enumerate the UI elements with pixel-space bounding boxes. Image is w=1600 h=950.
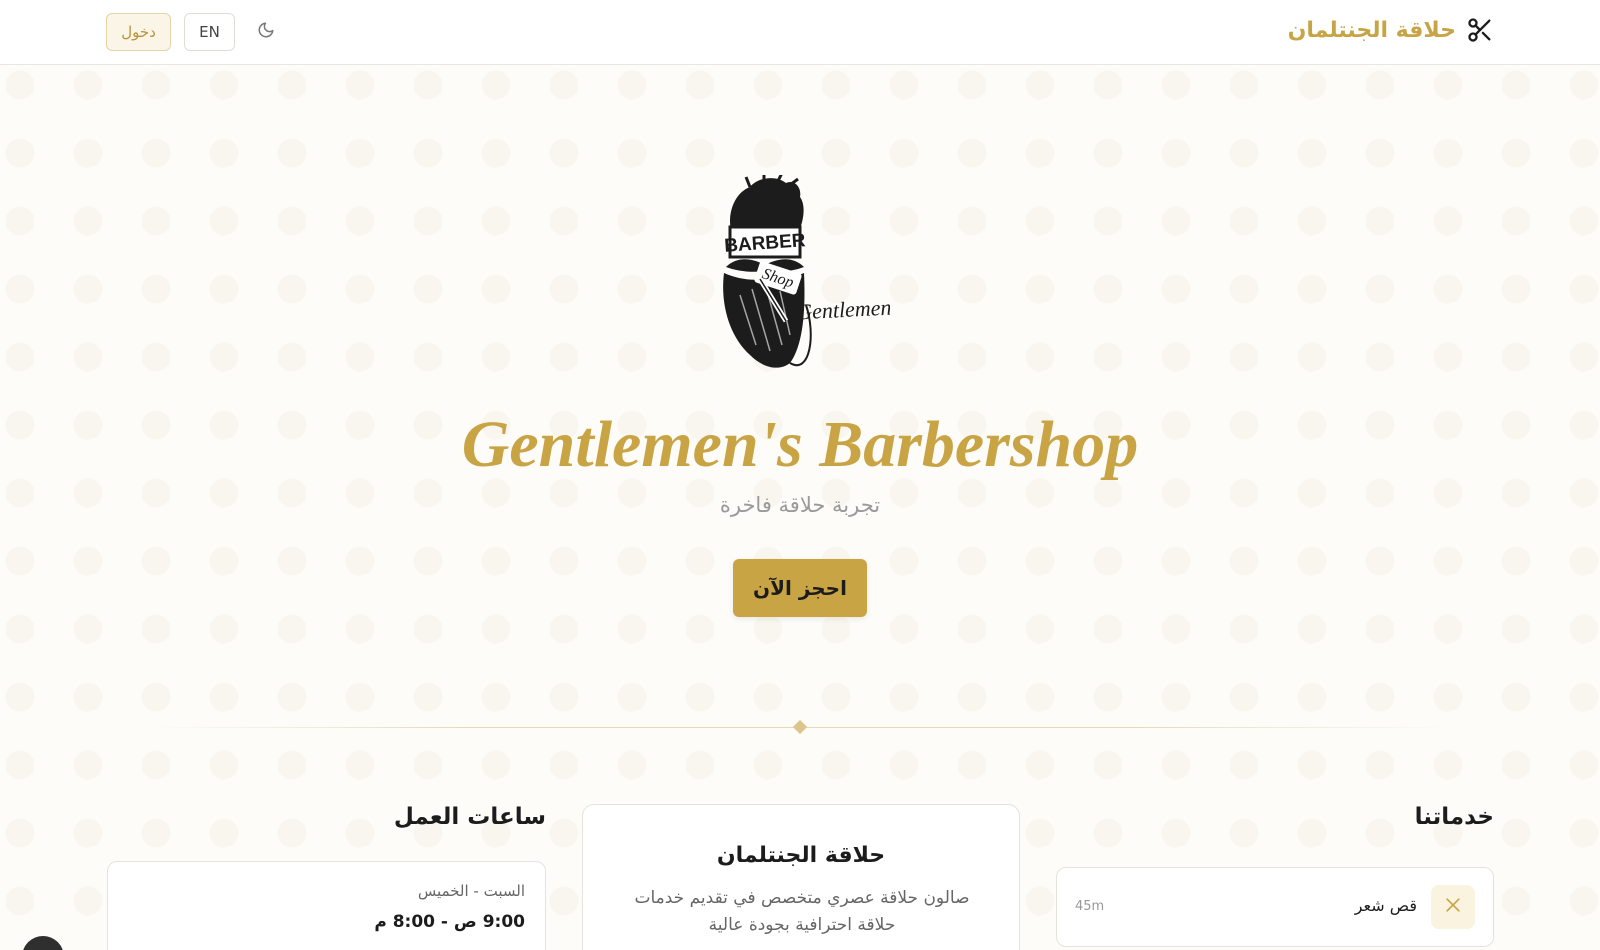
working-days: السبت - الخميس: [417, 882, 525, 900]
svg-text:Gentlemen: Gentlemen: [796, 295, 890, 325]
top-navbar: حلاقة الجنتلمان دخول EN: [0, 0, 1600, 65]
login-button[interactable]: دخول: [106, 13, 171, 51]
book-now-button[interactable]: احجز الآن: [733, 559, 867, 617]
about-card: حلاقة الجنتلمان صالون حلاقة عصري متخصص ف…: [582, 804, 1020, 950]
scissors-icon: [1443, 895, 1463, 919]
service-duration: 45m: [1075, 899, 1105, 914]
working-time: 9:00 ص - 8:00 م: [374, 912, 525, 932]
hero-subtitle: تجربة حلاقة فاخرة: [719, 493, 881, 517]
brand-name: حلاقة الجنتلمان: [1287, 17, 1456, 43]
service-name: قص شعر: [1354, 896, 1417, 915]
barbershop-logo: BARBER Shop Gentlemen: [720, 172, 892, 380]
working-hours-title: ساعات العمل: [393, 804, 546, 830]
theme-toggle-button[interactable]: [254, 20, 278, 44]
hero-title: Gentlemen's Barbershop: [461, 408, 1139, 481]
language-toggle-button[interactable]: EN: [184, 13, 235, 51]
about-description: صالون حلاقة عصري متخصص في تقديم خدمات حل…: [634, 888, 970, 935]
floating-action-button[interactable]: [22, 936, 64, 950]
services-title: خدماتنا: [1414, 804, 1494, 830]
working-hours-card: السبت - الخميس 9:00 ص - 8:00 م: [107, 861, 546, 950]
divider-diamond: [792, 719, 808, 735]
brand-link[interactable]: حلاقة الجنتلمان: [1288, 16, 1494, 44]
service-icon-box: [1431, 885, 1475, 929]
about-title: حلاقة الجنتلمان: [716, 843, 886, 868]
moon-icon: [257, 21, 275, 43]
scissors-icon: [1466, 16, 1494, 44]
service-card[interactable]: قص شعر 45m: [1056, 867, 1494, 947]
